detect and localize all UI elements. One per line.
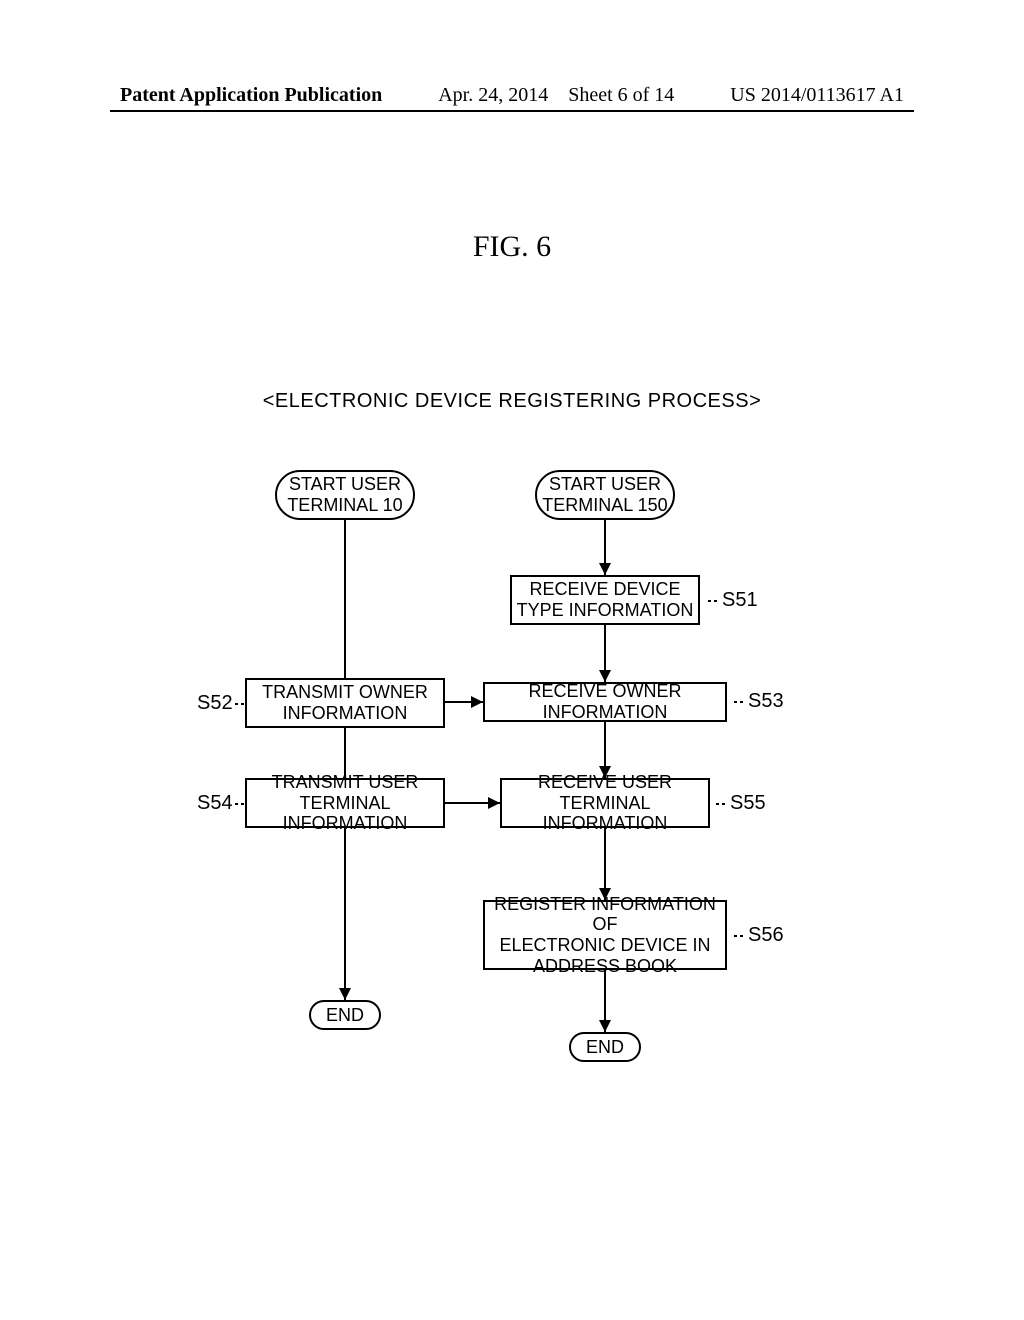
figure-title: FIG. 6 [0,230,1024,264]
terminator-start-left: START USER TERMINAL 10 [275,470,415,520]
page: Patent Application Publication Apr. 24, … [0,0,1024,1320]
terminator-end-right-text: END [586,1037,624,1058]
process-s54: TRANSMIT USER TERMINAL INFORMATION [245,778,445,828]
flowchart-connectors [0,0,1024,1320]
step-label-s52: S52 [197,692,233,715]
terminator-start-right-text: START USER TERMINAL 150 [542,474,667,515]
process-s54-text: TRANSMIT USER TERMINAL INFORMATION [247,772,443,834]
terminator-end-left: END [309,1000,381,1030]
subtitle: <ELECTRONIC DEVICE REGISTERING PROCESS> [0,390,1024,413]
terminator-end-left-text: END [326,1005,364,1026]
header-date: Apr. 24, 2014 Sheet 6 of 14 [438,84,674,107]
step-label-s56: S56 [748,924,784,947]
process-s56-text: REGISTER INFORMATION OF ELECTRONIC DEVIC… [485,894,725,977]
step-label-s54: S54 [197,792,233,815]
header-rule [110,110,914,112]
process-s51-text: RECEIVE DEVICE TYPE INFORMATION [517,579,694,620]
terminator-start-right: START USER TERMINAL 150 [535,470,675,520]
process-s56: REGISTER INFORMATION OF ELECTRONIC DEVIC… [483,900,727,970]
header-date-text: Apr. 24, 2014 [438,84,548,106]
header-row: Patent Application Publication Apr. 24, … [120,84,904,107]
process-s55-text: RECEIVE USER TERMINAL INFORMATION [502,772,708,834]
step-label-s51: S51 [722,589,758,612]
terminator-end-right: END [569,1032,641,1062]
step-label-s53: S53 [748,690,784,713]
header-sheet-text: Sheet 6 of 14 [568,84,674,106]
process-s52: TRANSMIT OWNER INFORMATION [245,678,445,728]
process-s55: RECEIVE USER TERMINAL INFORMATION [500,778,710,828]
header-left: Patent Application Publication [120,84,382,107]
process-s53: RECEIVE OWNER INFORMATION [483,682,727,722]
terminator-start-left-text: START USER TERMINAL 10 [287,474,402,515]
process-s53-text: RECEIVE OWNER INFORMATION [485,681,725,722]
step-label-s55: S55 [730,792,766,815]
header-right: US 2014/0113617 A1 [730,84,904,107]
process-s52-text: TRANSMIT OWNER INFORMATION [262,682,428,723]
process-s51: RECEIVE DEVICE TYPE INFORMATION [510,575,700,625]
